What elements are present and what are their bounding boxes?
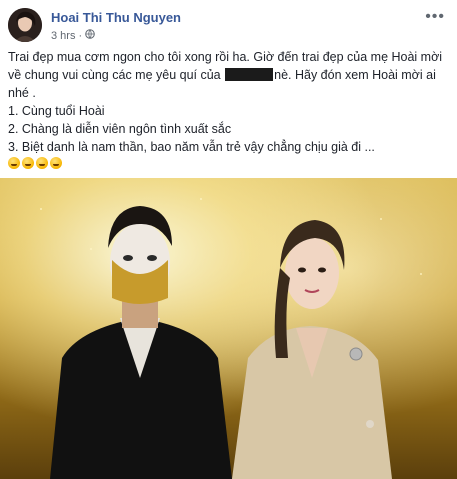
text-line: Trai đẹp mua cơm ngon cho tôi xong rồi h… [8, 50, 443, 64]
text-line: 2. Chàng là diễn viên ngôn tình xuất sắc [8, 122, 232, 136]
ellipsis-icon[interactable]: ••• [425, 8, 445, 26]
text-segment: nè. Hãy đón xem Hoài mời ai [274, 68, 436, 82]
text-line: 3. Biệt danh là nam thần, bao năm vẫn tr… [8, 140, 375, 154]
post-meta: 3 hrs · [51, 29, 95, 42]
emoji-row [8, 157, 448, 169]
thinking-emoji-icon [8, 157, 20, 169]
meta-separator: · [78, 29, 83, 42]
text-segment: về chung vui cùng các mẹ yêu quí của [8, 68, 221, 82]
text-line: nhé . [8, 86, 36, 100]
facebook-post: Hoai Thi Thu Nguyen 3 hrs · ••• Trai đẹp… [0, 0, 457, 479]
avatar-image [8, 8, 42, 42]
post-photo[interactable] [0, 178, 457, 479]
post-header: Hoai Thi Thu Nguyen 3 hrs · ••• [8, 8, 449, 42]
avatar[interactable] [8, 8, 42, 42]
author-name[interactable]: Hoai Thi Thu Nguyen [51, 10, 181, 25]
redaction-box [225, 68, 274, 81]
laughing-emoji-icon [50, 157, 62, 169]
text-line-redacted: về chung vui cùng các mẹ yêu quí của nè.… [8, 66, 448, 84]
post-text: Trai đẹp mua cơm ngon cho tôi xong rồi h… [8, 48, 448, 169]
post-timestamp[interactable]: 3 hrs [51, 30, 75, 42]
thinking-emoji-icon [36, 157, 48, 169]
text-line: 1. Cùng tuổi Hoài [8, 104, 105, 118]
globe-icon[interactable] [85, 29, 95, 42]
smirk-emoji-icon [22, 157, 34, 169]
photo-people [50, 206, 392, 479]
